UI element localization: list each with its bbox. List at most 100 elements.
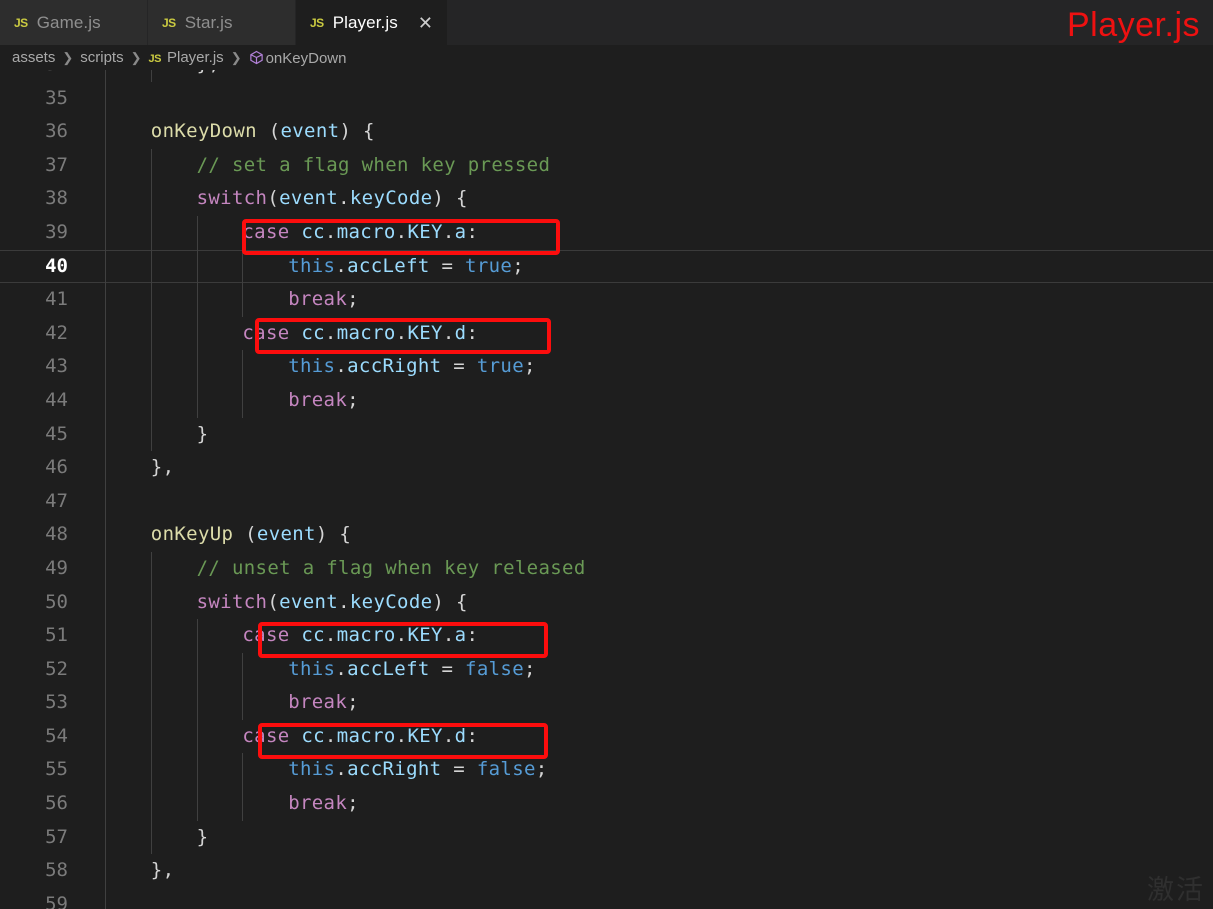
code-text: case cc.macro.KEY.a:: [242, 619, 478, 653]
close-icon[interactable]: ✕: [410, 14, 433, 32]
breadcrumb-item-player-js[interactable]: JS Player.js: [149, 49, 224, 66]
breadcrumb-item-scripts[interactable]: scripts: [80, 49, 123, 66]
code-text: break;: [288, 283, 359, 317]
code-token: .: [324, 724, 337, 747]
indent-guide: [242, 350, 244, 384]
editor-tab-label: Player.js: [332, 12, 398, 32]
line-number: 36: [45, 120, 68, 143]
line-number: 55: [45, 758, 68, 781]
indent-guide: [105, 350, 106, 384]
indent-guide: [242, 383, 244, 418]
indent-guide: [105, 887, 106, 909]
code-token: :: [466, 321, 479, 344]
code-token: this: [288, 355, 336, 378]
indent-guide: [105, 484, 106, 519]
indent-guide: [150, 787, 152, 821]
code-line[interactable]: 45}: [0, 417, 1213, 452]
code-token: (: [233, 523, 257, 546]
code-token: .: [338, 187, 350, 210]
indent-guide: [105, 551, 106, 586]
code-line[interactable]: 47: [0, 484, 1213, 519]
code-token: this: [288, 758, 336, 781]
code-line[interactable]: 49 // unset a flag when key released: [0, 551, 1213, 586]
activation-watermark: 激活: [1147, 875, 1205, 906]
indent-guide: [150, 70, 152, 82]
code-token: switch: [196, 590, 268, 613]
code-token: cc: [301, 724, 325, 747]
editor-tab-star-js[interactable]: JS Star.js: [148, 0, 296, 45]
code-line[interactable]: 51 case cc.macro.KEY.a:: [0, 619, 1213, 653]
code-token: a: [454, 220, 467, 243]
code-line[interactable]: 34},: [0, 70, 1213, 82]
chevron-right-icon: ❯: [130, 49, 142, 65]
code-token: .: [338, 590, 350, 613]
line-number: 58: [45, 859, 68, 882]
indent-guide: [105, 249, 106, 284]
code-text: break;: [288, 686, 359, 720]
line-number: 38: [45, 187, 68, 210]
breadcrumb-item-label: Player.js: [166, 49, 224, 66]
indent-guide: [150, 719, 152, 754]
code-token: break: [288, 288, 348, 311]
js-file-icon: JS: [14, 15, 28, 30]
code-line[interactable]: 42 case cc.macro.KEY.d:: [0, 316, 1213, 351]
code-token: :: [466, 220, 479, 243]
indent-guide: [105, 182, 106, 216]
code-token: case: [242, 321, 290, 344]
code-text: }: [197, 418, 209, 452]
code-token: (: [267, 590, 280, 613]
code-line[interactable]: 39 case cc.macro.KEY.a:: [0, 215, 1213, 250]
code-line[interactable]: 55 this.accRight = false;: [0, 753, 1213, 788]
line-number: 34: [0, 70, 68, 82]
code-token: keyCode: [349, 590, 433, 613]
code-line[interactable]: 44 break;: [0, 383, 1213, 418]
code-token: case: [242, 220, 290, 243]
indent-guide: [196, 383, 198, 418]
indent-guide: [196, 787, 198, 821]
breadcrumb-item-onkeydown[interactable]: onKeyDown: [249, 48, 346, 67]
line-number: 59: [45, 892, 68, 909]
indent-guide: [150, 350, 152, 384]
code-line[interactable]: 56 break;: [0, 787, 1213, 821]
line-number: 37: [45, 153, 68, 176]
code-line[interactable]: 58},: [0, 854, 1213, 888]
code-line[interactable]: 40 this.accLeft = true;: [0, 249, 1213, 284]
code-token: KEY: [407, 321, 443, 344]
code-token: break: [288, 691, 348, 714]
code-line[interactable]: 37 // set a flag when key pressed: [0, 148, 1213, 183]
code-editor[interactable]: 34},3536onKeyDown (event) {37// set a fl…: [0, 70, 1213, 909]
editor-tab-player-js[interactable]: JS Player.js ✕: [296, 0, 448, 45]
indent-guide: [105, 820, 106, 855]
code-line[interactable]: 59: [0, 887, 1213, 909]
code-token: cc: [301, 321, 325, 344]
code-line[interactable]: 48 onKeyUp (event) {: [0, 518, 1213, 552]
code-token: onKeyDown: [150, 120, 257, 143]
code-line[interactable]: 54 case cc.macro.KEY.d:: [0, 719, 1213, 754]
indent-guide: [105, 518, 106, 552]
code-token: switch: [196, 187, 268, 210]
code-text: break;: [288, 384, 359, 418]
line-number: 46: [45, 456, 68, 479]
indent-guide: [105, 215, 106, 250]
code-token: // unset a flag when key released: [196, 556, 586, 579]
line-number: 39: [45, 220, 68, 243]
indent-guide: [105, 283, 106, 317]
code-line[interactable]: 41 break;: [0, 283, 1213, 317]
code-token: .: [324, 624, 337, 647]
code-line[interactable]: 36 onKeyDown (event) {: [0, 115, 1213, 149]
line-number: 44: [45, 388, 68, 411]
code-line[interactable]: 57}: [0, 820, 1213, 855]
code-line[interactable]: 46},: [0, 451, 1213, 485]
code-line[interactable]: 52 this.accLeft = false;: [0, 652, 1213, 687]
breadcrumb-item-assets[interactable]: assets: [12, 49, 55, 66]
code-line[interactable]: 53 break;: [0, 686, 1213, 720]
indent-guide: [150, 383, 152, 418]
code-line[interactable]: 50 switch(event.keyCode) {: [0, 585, 1213, 620]
code-line[interactable]: 43 this.accRight = true;: [0, 350, 1213, 384]
code-line[interactable]: 38 switch(event.keyCode) {: [0, 182, 1213, 216]
editor-tab-game-js[interactable]: JS Game.js: [0, 0, 148, 45]
code-token: }: [196, 422, 209, 445]
code-token: .: [395, 321, 408, 344]
code-line[interactable]: 35: [0, 81, 1213, 116]
